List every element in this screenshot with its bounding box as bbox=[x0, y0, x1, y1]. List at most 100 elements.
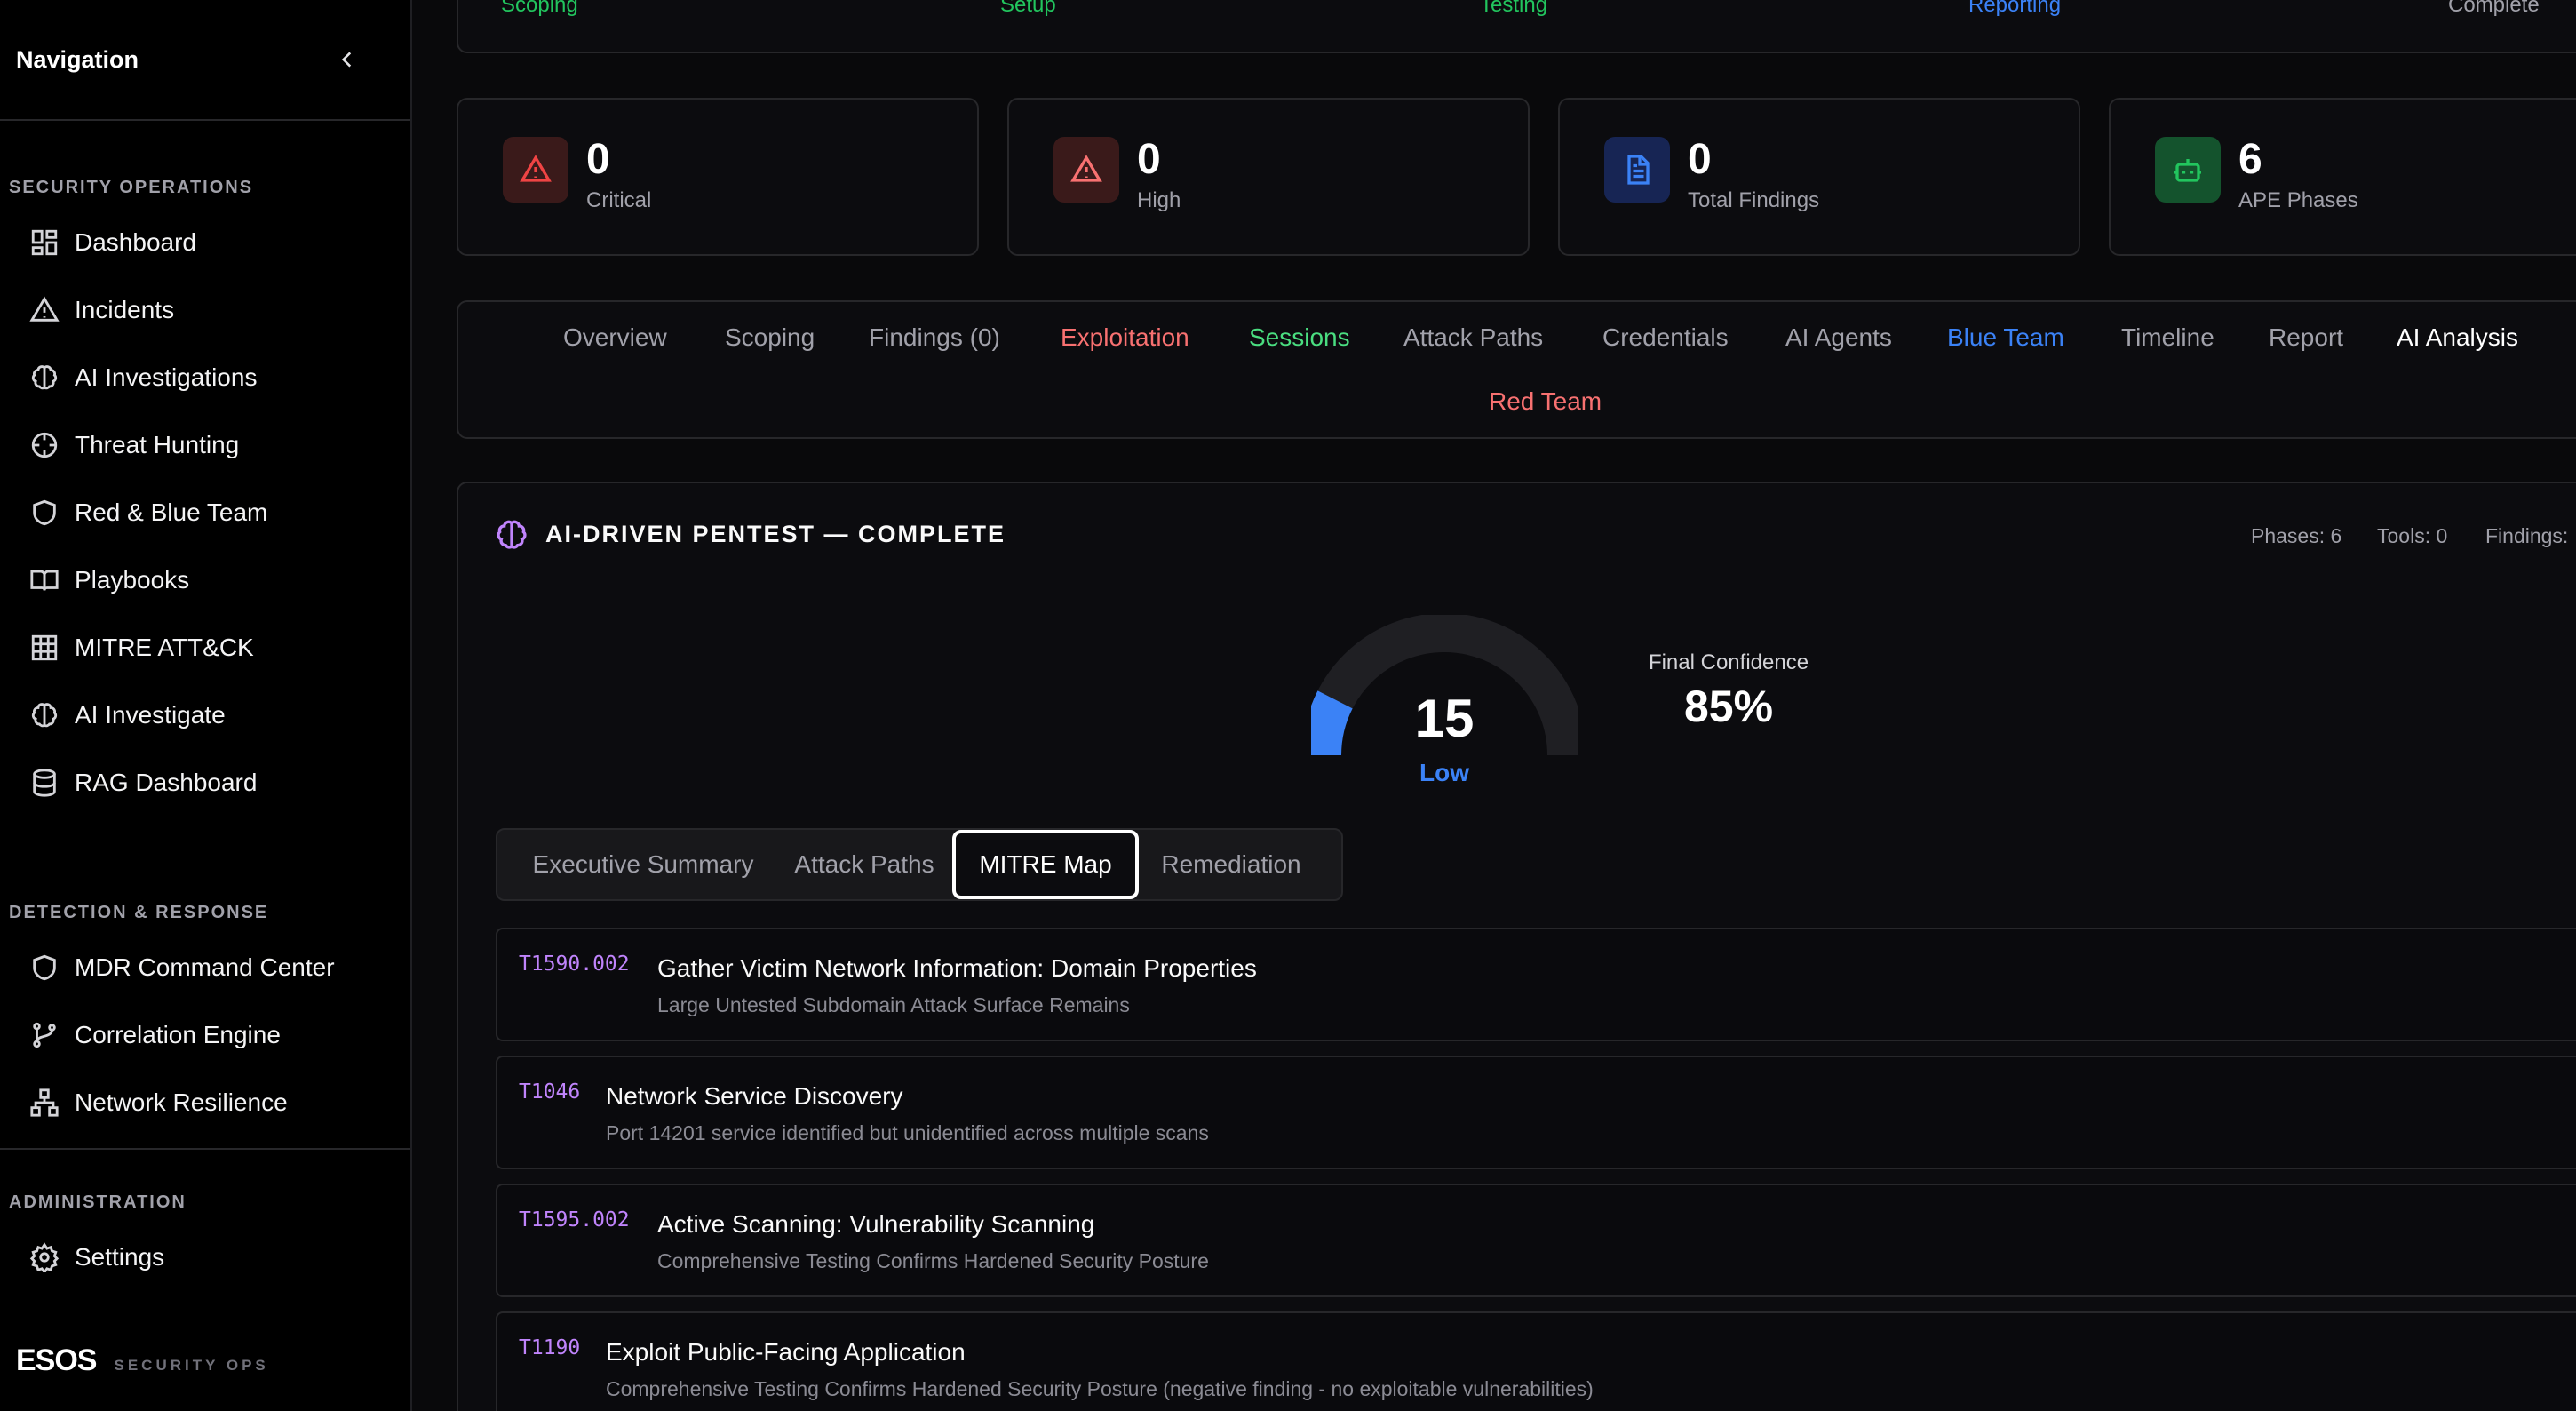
tab-exploitation[interactable]: Exploitation bbox=[1061, 323, 1189, 352]
sidebar-item-red-blue-team[interactable]: Red & Blue Team bbox=[0, 479, 410, 546]
stat-card-total-findings: 0 Total Findings bbox=[1558, 98, 2080, 256]
section-detection-response: DETECTION & RESPONSE MDR Command Center … bbox=[0, 903, 410, 1136]
subtab-executive-summary[interactable]: Executive Summary bbox=[510, 830, 776, 899]
shield-icon bbox=[28, 952, 60, 984]
phase-label: Scoping bbox=[501, 0, 578, 17]
risk-score: 15 bbox=[1414, 689, 1475, 748]
sidebar-item-label: Settings bbox=[75, 1243, 165, 1271]
alert-triangle-icon bbox=[503, 137, 568, 203]
phase-label: Complete bbox=[2448, 0, 2540, 17]
tab-blue-team[interactable]: Blue Team bbox=[1947, 323, 2064, 352]
technique-description: Comprehensive Testing Confirms Hardened … bbox=[606, 1377, 1594, 1400]
technique-description: Large Untested Subdomain Attack Surface … bbox=[657, 993, 1130, 1016]
tab-sessions[interactable]: Sessions bbox=[1249, 323, 1350, 352]
confidence-value: 85% bbox=[1683, 682, 1774, 731]
sidebar-title: Navigation bbox=[16, 45, 139, 73]
shield-icon bbox=[28, 497, 60, 529]
stat-value: 6 bbox=[2238, 136, 2262, 183]
sidebar-item-network-resilience[interactable]: Network Resilience bbox=[0, 1069, 410, 1136]
stat-value: 0 bbox=[1688, 136, 1712, 183]
gear-icon bbox=[28, 1241, 60, 1273]
phase-label: Setup bbox=[1000, 0, 1056, 17]
sidebar: Navigation SECURITY OPERATIONS Dashboard… bbox=[0, 0, 412, 1411]
meta-phases: Phases: 6 bbox=[2251, 524, 2342, 547]
stat-card-ape-phases: 6 APE Phases bbox=[2109, 98, 2576, 256]
tab-report[interactable]: Report bbox=[2269, 323, 2343, 352]
sidebar-divider bbox=[0, 1148, 410, 1150]
tab-findings[interactable]: Findings (0) bbox=[869, 323, 1000, 352]
phase-label: Reporting bbox=[1968, 0, 2062, 17]
technique-id: T1590.002 bbox=[519, 953, 630, 976]
tab-red-team[interactable]: Red Team bbox=[1489, 387, 1602, 416]
crosshair-icon bbox=[28, 429, 60, 461]
subtab-remediation[interactable]: Remediation bbox=[1142, 830, 1320, 899]
gauge-fill bbox=[1311, 690, 1353, 756]
stat-value: 0 bbox=[586, 136, 610, 183]
phase-progress-card: Scoping Setup Testing Reporting Complete bbox=[457, 0, 2576, 53]
technique-description: Comprehensive Testing Confirms Hardened … bbox=[657, 1249, 1209, 1272]
tab-scoping[interactable]: Scoping bbox=[725, 323, 815, 352]
dashboard-icon bbox=[28, 227, 60, 259]
sidebar-header: Navigation bbox=[0, 0, 410, 121]
tab-ai-agents[interactable]: AI Agents bbox=[1785, 323, 1892, 352]
brand: ESOS SECURITY OPS bbox=[16, 1343, 269, 1378]
alert-triangle-icon bbox=[28, 294, 60, 326]
confidence-label: Final Confidence bbox=[1648, 650, 1809, 674]
sidebar-item-label: AI Investigations bbox=[75, 363, 258, 391]
mitre-technique-row[interactable]: T1590.002 Gather Victim Network Informat… bbox=[496, 928, 2576, 1041]
sidebar-item-rag-dashboard[interactable]: RAG Dashboard bbox=[0, 749, 410, 817]
technique-id: T1190 bbox=[519, 1336, 581, 1359]
mitre-technique-row[interactable]: T1595.002 Active Scanning: Vulnerability… bbox=[496, 1184, 2576, 1297]
git-branch-icon bbox=[28, 1019, 60, 1051]
sidebar-item-label: RAG Dashboard bbox=[75, 769, 258, 796]
tab-overview[interactable]: Overview bbox=[563, 323, 667, 352]
section-title: SECURITY OPERATIONS bbox=[9, 178, 254, 197]
tab-ai-analysis[interactable]: AI Analysis bbox=[2397, 323, 2518, 352]
tab-credentials[interactable]: Credentials bbox=[1602, 323, 1729, 352]
sidebar-item-ai-investigate[interactable]: AI Investigate bbox=[0, 682, 410, 749]
subtab-mitre-map[interactable]: MITRE Map bbox=[952, 830, 1139, 899]
stat-label: APE Phases bbox=[2238, 188, 2358, 212]
sidebar-item-label: Network Resilience bbox=[75, 1088, 288, 1116]
sidebar-item-label: Correlation Engine bbox=[75, 1021, 281, 1048]
technique-name: Gather Victim Network Information: Domai… bbox=[657, 954, 1257, 982]
sidebar-item-label: MITRE ATT&CK bbox=[75, 634, 254, 661]
sidebar-item-label: AI Investigate bbox=[75, 701, 226, 729]
tab-attack-paths[interactable]: Attack Paths bbox=[1403, 323, 1543, 352]
tab-timeline[interactable]: Timeline bbox=[2121, 323, 2214, 352]
collapse-sidebar-button[interactable] bbox=[332, 44, 362, 75]
technique-id: T1046 bbox=[519, 1080, 581, 1104]
section-administration: ADMINISTRATION Settings bbox=[0, 1192, 410, 1291]
brain-icon bbox=[497, 520, 527, 549]
subtab-attack-paths[interactable]: Attack Paths bbox=[782, 830, 947, 899]
main-content: Scoping Setup Testing Reporting Complete… bbox=[412, 0, 2576, 1411]
technique-description: Port 14201 service identified but uniden… bbox=[606, 1121, 1209, 1144]
ai-analysis-panel: AI-DRIVEN PENTEST — COMPLETE Phases: 6 T… bbox=[457, 482, 2576, 1411]
sidebar-item-threat-hunting[interactable]: Threat Hunting bbox=[0, 411, 410, 479]
sidebar-item-playbooks[interactable]: Playbooks bbox=[0, 546, 410, 614]
brand-subtitle: SECURITY OPS bbox=[114, 1357, 269, 1374]
book-icon bbox=[28, 564, 60, 596]
sidebar-item-dashboard[interactable]: Dashboard bbox=[0, 209, 410, 276]
analysis-subtabs: Executive Summary Attack Paths MITRE Map… bbox=[496, 828, 1343, 901]
sidebar-item-correlation-engine[interactable]: Correlation Engine bbox=[0, 1001, 410, 1069]
sidebar-item-ai-investigations[interactable]: AI Investigations bbox=[0, 344, 410, 411]
mitre-technique-row[interactable]: T1046 Network Service Discovery Port 142… bbox=[496, 1056, 2576, 1169]
stat-value: 0 bbox=[1137, 136, 1161, 183]
stat-card-critical: 0 Critical bbox=[457, 98, 979, 256]
sidebar-item-settings[interactable]: Settings bbox=[0, 1224, 410, 1291]
phase-label: Testing bbox=[1480, 0, 1548, 17]
sidebar-item-incidents[interactable]: Incidents bbox=[0, 276, 410, 344]
mitre-technique-row[interactable]: T1190 Exploit Public-Facing Application … bbox=[496, 1311, 2576, 1411]
section-title: DETECTION & RESPONSE bbox=[9, 903, 269, 922]
sidebar-item-mdr-command-center[interactable]: MDR Command Center bbox=[0, 934, 410, 1001]
brain-icon bbox=[28, 699, 60, 731]
technique-name: Exploit Public-Facing Application bbox=[606, 1338, 966, 1366]
technique-id: T1595.002 bbox=[519, 1208, 630, 1232]
sidebar-item-label: Playbooks bbox=[75, 566, 190, 594]
sidebar-item-mitre-attack[interactable]: MITRE ATT&CK bbox=[0, 614, 410, 682]
alert-triangle-icon bbox=[1053, 137, 1119, 203]
risk-level: Low bbox=[1419, 759, 1469, 786]
sidebar-item-label: MDR Command Center bbox=[75, 953, 335, 981]
main-tabs: Overview Scoping Findings (0) Exploitati… bbox=[457, 300, 2576, 439]
